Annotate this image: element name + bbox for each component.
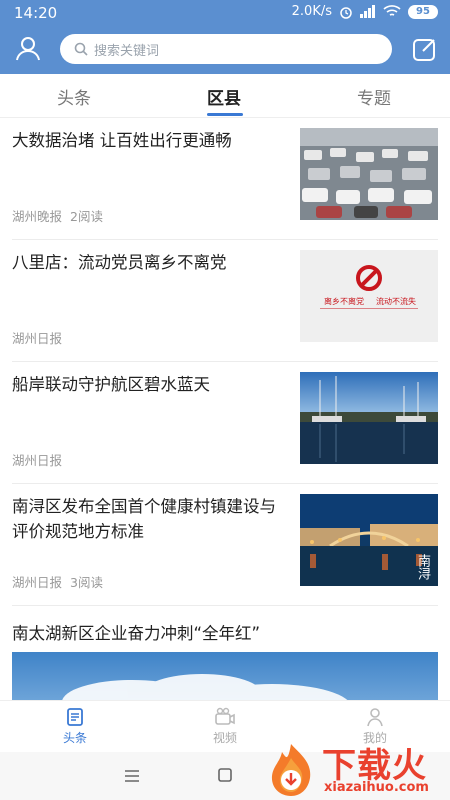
news-item[interactable]: 八里店：流动党员离乡不离党 湖州日报 离乡不离党 流动不流失	[12, 240, 438, 362]
featured-news-item[interactable]: 南太湖新区企业奋力冲刺“全年红”	[12, 606, 438, 700]
news-feed: 大数据治堵 让百姓出行更通畅 湖州晚报 2阅读 八里店：流动党员离乡不离党 湖州日…	[0, 118, 450, 700]
banner-caption-left: 离乡不离党	[324, 297, 364, 306]
news-source: 湖州日报	[12, 331, 63, 346]
status-bar: 14:20 2.0K/s 95	[0, 0, 450, 26]
search-bar[interactable]: 搜索关键词	[60, 34, 392, 64]
watermark: 下载火 xiazaihuo.com	[262, 738, 450, 800]
signal-icon	[360, 5, 375, 18]
news-source: 湖州日报	[12, 575, 63, 590]
news-item[interactable]: 南浔区发布全国首个健康村镇建设与评价规范地方标准 湖州日报 3阅读 南浔	[12, 484, 438, 606]
news-meta: 湖州晚报 2阅读	[12, 206, 103, 225]
search-icon	[74, 42, 88, 56]
featured-sky-image	[12, 652, 438, 700]
news-item[interactable]: 大数据治堵 让百姓出行更通畅 湖州晚报 2阅读	[12, 118, 438, 240]
tab-district[interactable]: 区县	[207, 84, 241, 109]
featured-title: 南太湖新区企业奋力冲刺“全年红”	[12, 624, 261, 643]
edit-icon[interactable]	[412, 36, 438, 62]
search-placeholder: 搜索关键词	[94, 43, 160, 59]
tab-topic[interactable]: 专题	[357, 84, 391, 109]
news-title: 船岸联动守护航区碧水蓝天	[12, 375, 210, 394]
nav-headline[interactable]: 头条	[45, 707, 105, 746]
nav-video[interactable]: 视频	[195, 707, 255, 746]
app-header: 搜索关键词	[0, 30, 450, 70]
tab-headline[interactable]: 头条	[57, 84, 91, 109]
news-source: 湖州日报	[12, 453, 63, 468]
party-banner-image: 离乡不离党 流动不流失	[300, 250, 438, 342]
wifi-icon	[383, 5, 401, 16]
category-tabs: 头条 区县 专题	[0, 74, 450, 118]
battery-icon: 95	[408, 4, 438, 19]
news-title: 八里店：流动党员离乡不离党	[12, 253, 227, 272]
network-speed: 2.0K/s	[291, 4, 332, 19]
status-right: 2.0K/s 95	[292, 4, 438, 19]
active-tab-indicator	[207, 113, 243, 116]
water-town-image: 南浔	[300, 494, 438, 586]
news-meta: 湖州日报	[12, 450, 62, 469]
news-source: 湖州晚报	[12, 209, 63, 224]
news-reads: 2阅读	[70, 209, 103, 224]
user-icon[interactable]	[14, 34, 42, 62]
menu-icon[interactable]	[124, 770, 140, 782]
news-title: 大数据治堵 让百姓出行更通畅	[12, 131, 232, 150]
news-reads: 3阅读	[70, 575, 103, 590]
home-icon[interactable]	[218, 768, 232, 782]
party-emblem-icon	[356, 265, 382, 291]
alarm-icon	[340, 6, 352, 19]
profile-icon	[367, 708, 383, 727]
status-time: 14:20	[14, 4, 58, 22]
harbor-image	[300, 372, 438, 464]
news-icon	[67, 708, 83, 726]
image-calligraphy: 南浔	[415, 554, 430, 580]
news-item[interactable]: 船岸联动守护航区碧水蓝天 湖州日报	[12, 362, 438, 484]
video-icon	[215, 707, 235, 725]
watermark-url: xiazaihuo.com	[324, 780, 429, 795]
flame-logo-icon	[271, 744, 311, 796]
nav-headline-label: 头条	[62, 731, 87, 745]
banner-caption-right: 流动不流失	[376, 297, 416, 306]
news-meta: 湖州日报 3阅读	[12, 572, 103, 591]
news-meta: 湖州日报	[12, 328, 62, 347]
traffic-jam-image	[300, 128, 438, 220]
news-title: 南浔区发布全国首个健康村镇建设与评价规范地方标准	[12, 497, 276, 541]
nav-video-label: 视频	[212, 731, 237, 745]
